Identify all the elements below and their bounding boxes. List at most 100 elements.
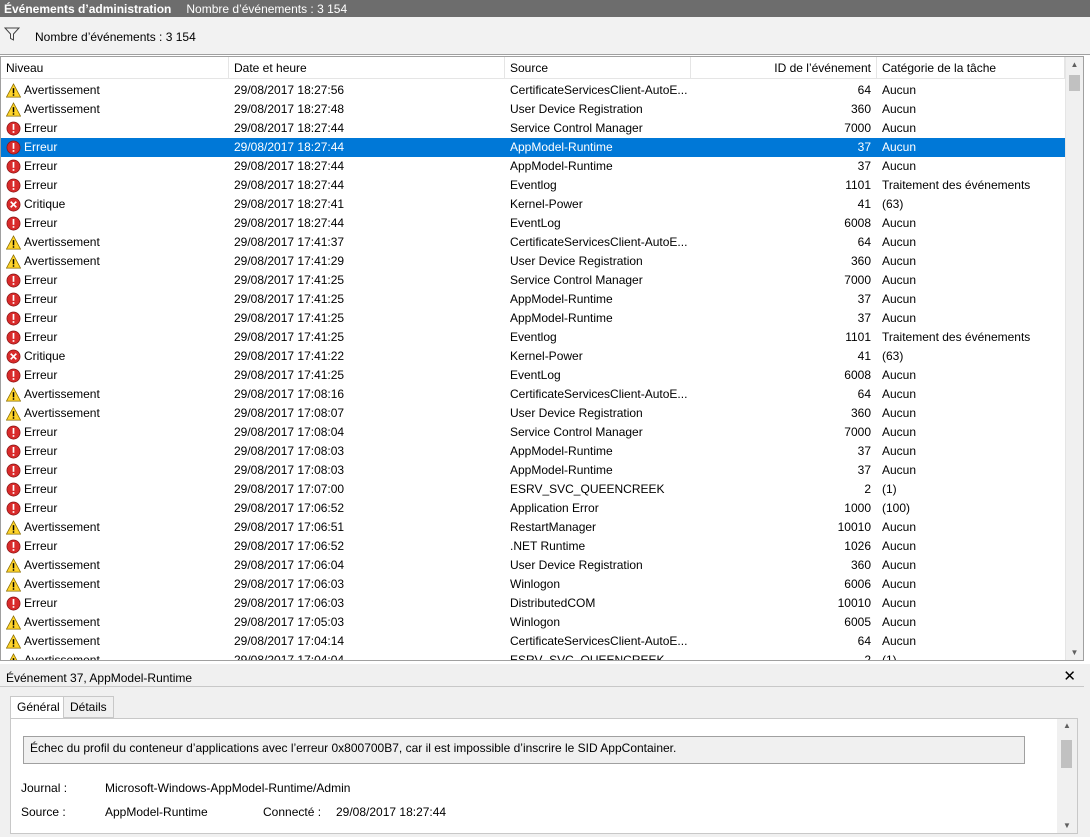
event-id-cell: 41 (857, 349, 871, 363)
table-row[interactable]: Erreur 29/08/2017 17:06:03 DistributedCOM 1… (1, 594, 1065, 613)
table-row[interactable]: Avertissement 29/08/2017 18:27:48 User Dev… (1, 100, 1065, 119)
scroll-up-icon[interactable]: ▲ (1057, 719, 1077, 733)
table-row[interactable]: Erreur 29/08/2017 18:27:44 Eventlog 1101 Tra… (1, 176, 1065, 195)
table-row[interactable]: Erreur 29/08/2017 17:41:25 EventLog 6008 Auc… (1, 366, 1065, 385)
category-cell: (100) (882, 501, 911, 515)
table-row[interactable]: Erreur 29/08/2017 17:08:04 Service Control… (1, 423, 1065, 442)
event-message[interactable]: Échec du profil du conteneur d’applicati… (23, 736, 1025, 764)
table-row[interactable]: Critique 29/08/2017 17:41:22 Kernel-Power 4… (1, 347, 1065, 366)
date-cell: 29/08/2017 17:06:03 (234, 577, 345, 591)
table-row[interactable]: Avertissement 29/08/2017 17:41:29 User Dev… (1, 252, 1065, 271)
table-row[interactable]: Critique 29/08/2017 18:27:41 Kernel-Power 4… (1, 195, 1065, 214)
date-cell: 29/08/2017 17:04:14 (234, 634, 345, 648)
table-row[interactable]: Avertissement 29/08/2017 17:05:03 Winlogon… (1, 613, 1065, 632)
level-label: Critique (24, 197, 66, 211)
event-id-cell: 10010 (837, 596, 871, 610)
level-cell: Erreur (5, 309, 225, 328)
source-cell: ESRV_SVC_QUEENCREEK (510, 653, 665, 661)
table-row[interactable]: Erreur 29/08/2017 18:27:44 EventLog 6008 Auc… (1, 214, 1065, 233)
table-row[interactable]: Avertissement 29/08/2017 17:04:14 Certific… (1, 632, 1065, 651)
source-cell: EventLog (510, 368, 561, 382)
level-label: Erreur (24, 330, 58, 344)
close-icon[interactable]: ✕ (1063, 667, 1076, 685)
table-row[interactable]: Erreur 29/08/2017 18:27:44 AppModel-Runtim… (1, 157, 1065, 176)
table-row[interactable]: Avertissement 29/08/2017 18:27:56 Certific… (1, 81, 1065, 100)
level-cell: Erreur (5, 328, 225, 347)
level-label: Avertissement (24, 254, 100, 268)
date-cell: 29/08/2017 17:41:25 (234, 368, 345, 382)
date-cell: 29/08/2017 17:41:37 (234, 235, 345, 249)
level-cell: Avertissement (5, 233, 225, 252)
date-cell: 29/08/2017 17:41:25 (234, 330, 345, 344)
level-cell: Avertissement (5, 252, 225, 271)
table-row[interactable]: Avertissement 29/08/2017 17:08:07 User Dev… (1, 404, 1065, 423)
event-id-cell: 37 (857, 311, 871, 325)
level-cell: Erreur (5, 537, 225, 556)
date-cell: 29/08/2017 17:41:25 (234, 311, 345, 325)
category-cell: Traitement des événements (882, 178, 1031, 192)
table-scrollbar[interactable]: ▲ ▼ (1065, 57, 1083, 660)
level-label: Avertissement (24, 634, 100, 648)
column-header-task-category[interactable]: Catégorie de la tâche (877, 57, 1065, 79)
table-row[interactable]: Erreur 29/08/2017 17:41:25 Eventlog 1101 Tra… (1, 328, 1065, 347)
table-row[interactable]: Avertissement 29/08/2017 17:06:04 User Dev… (1, 556, 1065, 575)
source-cell: Eventlog (510, 330, 557, 344)
table-row[interactable]: Erreur 29/08/2017 17:06:52 Application Err… (1, 499, 1065, 518)
events-table[interactable]: Niveau Date et heure Source ID de l’évén… (0, 56, 1084, 661)
scrollbar-thumb[interactable] (1061, 740, 1072, 768)
source-cell: AppModel-Runtime (510, 444, 613, 458)
scroll-down-icon[interactable]: ▼ (1066, 645, 1083, 660)
table-row[interactable]: Erreur 29/08/2017 17:08:03 AppModel-Runtim… (1, 442, 1065, 461)
table-row[interactable]: Avertissement 29/08/2017 17:06:03 Winlogon… (1, 575, 1065, 594)
column-header-date[interactable]: Date et heure (229, 57, 505, 79)
detail-scrollbar[interactable]: ▲ ▼ (1057, 719, 1077, 833)
table-row[interactable]: Erreur 29/08/2017 17:06:52 .NET Runtime 102… (1, 537, 1065, 556)
level-cell: Erreur (5, 157, 225, 176)
tab-details[interactable]: Détails (63, 696, 114, 718)
general-panel: Échec du profil du conteneur d’applicati… (10, 718, 1078, 834)
table-row[interactable]: Erreur 29/08/2017 17:07:00 ESRV_SVC_QUEENC… (1, 480, 1065, 499)
scroll-up-icon[interactable]: ▲ (1066, 57, 1083, 72)
table-row[interactable]: Avertissement 29/08/2017 17:06:51 RestartM… (1, 518, 1065, 537)
source-cell: User Device Registration (510, 406, 643, 420)
journal-label: Journal : (21, 781, 68, 795)
category-cell: Aucun (882, 273, 917, 287)
scroll-down-icon[interactable]: ▼ (1057, 819, 1077, 833)
logged-value: 29/08/2017 18:27:44 (336, 805, 447, 819)
source-cell: ESRV_SVC_QUEENCREEK (510, 482, 665, 496)
column-header-event-id[interactable]: ID de l’événement (691, 57, 877, 79)
level-label: Erreur (24, 178, 58, 192)
event-id-cell: 37 (857, 159, 871, 173)
source-cell: AppModel-Runtime (510, 463, 613, 477)
scrollbar-thumb[interactable] (1069, 75, 1080, 91)
filter-icon[interactable] (4, 27, 20, 41)
detail-title: Événement 37, AppModel-Runtime (6, 671, 193, 685)
table-row[interactable]: Erreur 29/08/2017 17:41:25 AppModel-Runtim… (1, 309, 1065, 328)
level-cell: Erreur (5, 138, 225, 157)
logged-label: Connecté : (263, 805, 322, 819)
table-row[interactable]: Erreur 29/08/2017 17:41:25 Service Control… (1, 271, 1065, 290)
level-cell: Avertissement (5, 632, 225, 651)
category-cell: Aucun (882, 254, 917, 268)
table-row[interactable]: Erreur 29/08/2017 17:41:25 AppModel-Runtim… (1, 290, 1065, 309)
table-header: Niveau Date et heure Source ID de l’évén… (1, 57, 1065, 79)
column-header-level[interactable]: Niveau (1, 57, 229, 79)
table-row[interactable]: Erreur 29/08/2017 17:08:03 AppModel-Runtim… (1, 461, 1065, 480)
table-row[interactable]: Avertissement 29/08/2017 17:41:37 Certific… (1, 233, 1065, 252)
level-label: Erreur (24, 482, 58, 496)
table-row[interactable]: Erreur 29/08/2017 18:27:44 Service Control… (1, 119, 1065, 138)
category-cell: (1) (882, 653, 897, 661)
event-id-cell: 64 (857, 83, 871, 97)
date-cell: 29/08/2017 17:05:03 (234, 615, 345, 629)
table-row[interactable]: Avertissement 29/08/2017 17:04:04 ESRV_SVC… (1, 651, 1065, 661)
date-cell: 29/08/2017 18:27:48 (234, 102, 345, 116)
table-row[interactable]: Avertissement 29/08/2017 17:08:16 Certific… (1, 385, 1065, 404)
level-cell: Erreur (5, 423, 225, 442)
table-row[interactable]: Erreur 29/08/2017 18:27:44 AppModel-Runtim… (1, 138, 1065, 157)
level-cell: Erreur (5, 480, 225, 499)
column-header-source[interactable]: Source (505, 57, 691, 79)
source-cell: AppModel-Runtime (510, 140, 613, 154)
tab-general[interactable]: Général (10, 696, 67, 719)
event-id-cell: 10010 (837, 520, 871, 534)
level-label: Avertissement (24, 235, 100, 249)
